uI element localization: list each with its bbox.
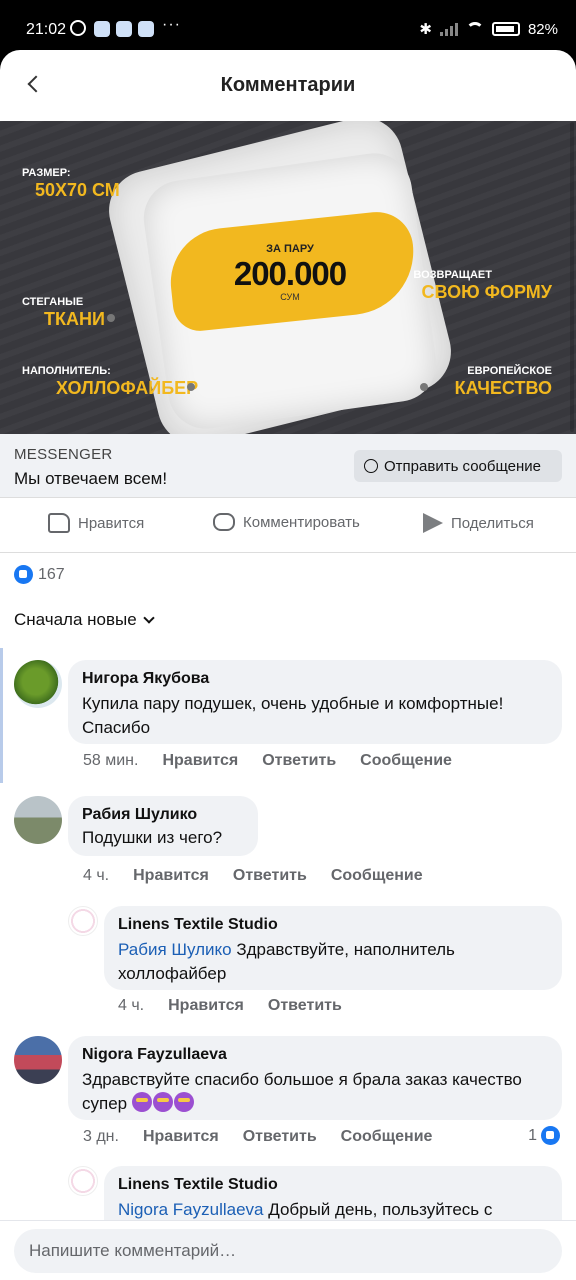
comment-composer: [0, 1220, 576, 1280]
comment-like-count[interactable]: 1: [528, 1126, 560, 1145]
comment-time: 58 мин.: [83, 752, 139, 769]
like-button[interactable]: Нравится: [48, 513, 144, 533]
star-struck-emoji-icon: [152, 1092, 173, 1112]
comment-icon: [213, 513, 235, 531]
reply-author[interactable]: Linens Textile Studio: [118, 1176, 548, 1194]
price-caption: ЗА ПАРУ: [266, 243, 314, 255]
wifi-icon: [465, 22, 484, 36]
comment-time: 4 ч.: [83, 867, 110, 884]
messenger-icon: [364, 459, 378, 473]
comment-message-link[interactable]: Сообщение: [331, 867, 423, 885]
comment-reply-link[interactable]: Ответить: [243, 1128, 317, 1146]
comment-bubble: Nigora Fayzullaeva Здравствуйте спасибо …: [68, 1036, 562, 1120]
comment-meta: 3 дн. Нравится Ответить Сообщение: [83, 1128, 432, 1146]
messenger-label: MESSENGER: [14, 446, 113, 463]
share-button[interactable]: Поделиться: [423, 513, 534, 533]
reply-text: Nigora Fayzullaeva Добрый день, пользуйт…: [118, 1200, 493, 1219]
top-bar: Комментарии: [0, 50, 576, 121]
post-actions: Нравится Комментировать Поделиться: [0, 498, 576, 553]
comments-sheet: Комментарии ЗА ПАРУ 200.000 СУМ РАЗМЕР: …: [0, 50, 576, 1280]
page-avatar[interactable]: [68, 1166, 98, 1196]
comment-text: Подушки из чего?: [82, 828, 223, 847]
sort-dropdown[interactable]: Сначала новые: [14, 610, 155, 630]
quality-feature: ЕВРОПЕЙСКОЕ КАЧЕСТВО: [454, 365, 552, 398]
bluetooth-icon: ✱: [419, 21, 432, 38]
star-struck-emoji-icon: [173, 1092, 194, 1112]
quilted-feature: СТЕГАНЫЕ ТКАНИ: [22, 296, 105, 329]
avatar[interactable]: [14, 660, 62, 708]
star-struck-emoji-icon: [131, 1092, 152, 1112]
chevron-down-icon: [143, 612, 155, 624]
reply-bubble: Linens Textile Studio Рабия Шулико Здрав…: [104, 906, 562, 990]
telegram-notification-icon: [138, 21, 154, 37]
comment-like-link[interactable]: Нравится: [133, 867, 209, 885]
like-reaction-icon: [14, 565, 33, 584]
comment-bubble: Рабия Шулико Подушки из чего?: [68, 796, 258, 856]
send-message-button[interactable]: Отправить сообщение: [354, 450, 562, 482]
telegram-notification-icon: [116, 21, 132, 37]
comment-button[interactable]: Комментировать: [213, 513, 360, 531]
comment-message-link[interactable]: Сообщение: [360, 752, 452, 770]
size-feature: РАЗМЕР: 50Х70 СМ: [22, 167, 120, 200]
shape-feature: ВОЗВРАЩАЕТ СВОЮ ФОРМУ: [413, 269, 552, 302]
mention-link[interactable]: Nigora Fayzullaeva: [118, 1200, 264, 1219]
avatar[interactable]: [14, 1036, 62, 1084]
comment-bubble: Нигора Якубова Купила пару подушек, очен…: [68, 660, 562, 744]
avatar[interactable]: [14, 796, 62, 844]
comment-meta: 4 ч. Нравится Ответить Сообщение: [83, 867, 423, 885]
price-value: 200.000: [233, 255, 347, 292]
page-title: Комментарии: [220, 74, 356, 96]
messenger-cta: MESSENGER Мы отвечаем всем! Отправить со…: [0, 434, 576, 498]
comment-message-link[interactable]: Сообщение: [341, 1128, 433, 1146]
comment-input[interactable]: [14, 1229, 562, 1273]
alarm-icon: [70, 20, 86, 36]
comment-like-link[interactable]: Нравится: [143, 1128, 219, 1146]
scrollbar[interactable]: [570, 122, 574, 432]
comment-reply-link[interactable]: Ответить: [262, 752, 336, 770]
signal-icon: [439, 22, 458, 36]
reply-text: Рабия Шулико Здравствуйте, наполнитель х…: [118, 940, 455, 983]
comment-text: Купила пару подушек, очень удобные и ком…: [82, 694, 504, 737]
price-currency: СУМ: [280, 292, 300, 302]
ad-image[interactable]: ЗА ПАРУ 200.000 СУМ РАЗМЕР: 50Х70 СМ СТЕ…: [0, 121, 576, 434]
status-time: 21:02: [26, 21, 67, 38]
reply-meta: 4 ч. Нравится Ответить: [118, 997, 342, 1015]
battery-icon: [491, 22, 520, 36]
comment-author[interactable]: Нигора Якубова: [82, 670, 548, 688]
share-icon: [423, 513, 443, 533]
comment-time: 3 дн.: [83, 1128, 119, 1145]
comment-text: Здравствуйте спасибо большое я брала зак…: [82, 1070, 522, 1113]
messenger-text: Мы отвечаем всем!: [14, 469, 168, 488]
comment-author[interactable]: Nigora Fayzullaeva: [82, 1046, 548, 1064]
mention-link[interactable]: Рабия Шулико: [118, 940, 232, 959]
more-notifications-icon: ···: [162, 16, 181, 33]
thumbs-up-icon: [48, 513, 70, 533]
reaction-count: 167: [38, 565, 65, 583]
comment-meta: 58 мин. Нравится Ответить Сообщение: [83, 752, 452, 770]
comment-author[interactable]: Рабия Шулико: [82, 806, 244, 824]
comment-like-link[interactable]: Нравится: [162, 752, 238, 770]
reply-reply-link[interactable]: Ответить: [268, 997, 342, 1015]
telegram-notification-icon: [94, 21, 110, 37]
comment-reply-link[interactable]: Ответить: [233, 867, 307, 885]
battery-percent: 82%: [527, 20, 558, 38]
reply-time: 4 ч.: [118, 997, 145, 1014]
filler-feature: НАПОЛНИТЕЛЬ: ХОЛЛОФАЙБЕР: [22, 365, 199, 398]
page-avatar[interactable]: [68, 906, 98, 936]
reply-author[interactable]: Linens Textile Studio: [118, 916, 548, 934]
reaction-summary[interactable]: 167: [14, 565, 65, 584]
reply-like-link[interactable]: Нравится: [168, 997, 244, 1015]
like-reaction-icon: [541, 1126, 560, 1145]
